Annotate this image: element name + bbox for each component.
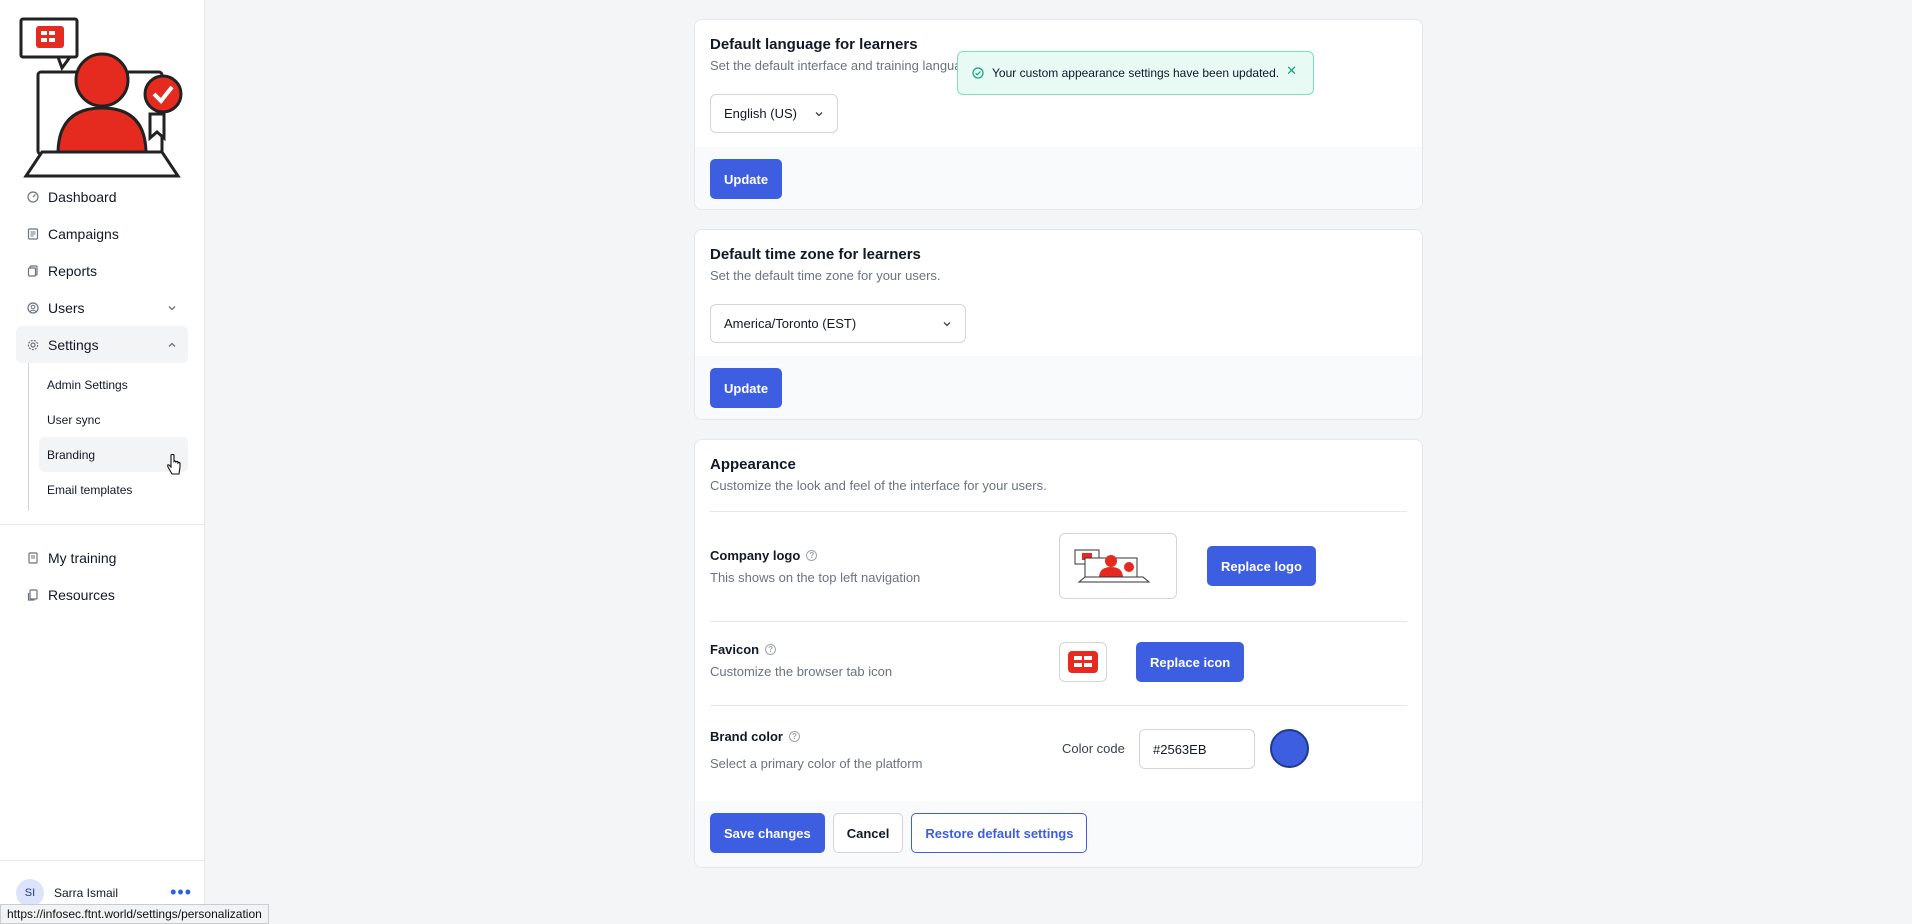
timezone-select[interactable]: America/Toronto (EST) xyxy=(710,304,966,343)
more-options-icon[interactable]: ••• xyxy=(170,882,192,903)
appearance-desc: Customize the look and feel of the inter… xyxy=(710,478,1047,493)
timezone-select-value: America/Toronto (EST) xyxy=(724,316,857,331)
replace-icon-button[interactable]: Replace icon xyxy=(1136,642,1245,682)
sidebar-item-label: My training xyxy=(48,549,117,566)
secondary-nav: My training Resources xyxy=(16,539,188,613)
toast-message: Your custom appearance settings have bee… xyxy=(992,66,1280,80)
company-logo-row: Company logo? This shows on the top left… xyxy=(710,511,1407,621)
language-update-button[interactable]: Update xyxy=(710,159,783,199)
brand-color-row: Brand color? Select a primary color of t… xyxy=(710,705,1407,797)
timezone-card: Default time zone for learners Set the d… xyxy=(694,229,1423,420)
users-icon xyxy=(26,301,40,315)
favicon-preview xyxy=(1059,642,1107,682)
company-logo[interactable] xyxy=(14,14,190,182)
appearance-card: Appearance Customize the look and feel o… xyxy=(694,439,1423,868)
user-profile[interactable]: SI Sarra Ismail ••• xyxy=(16,879,192,907)
reports-icon xyxy=(26,264,40,278)
favicon-row: Favicon? Customize the browser tab icon … xyxy=(710,621,1407,705)
training-icon xyxy=(26,551,40,565)
chevron-down-icon xyxy=(813,108,825,120)
sidebar-item-label: Campaigns xyxy=(48,225,119,242)
cancel-button[interactable]: Cancel xyxy=(832,813,904,853)
color-swatch[interactable] xyxy=(1270,729,1309,768)
color-code-input[interactable]: #2563EB xyxy=(1139,729,1255,769)
brand-color-label: Brand color xyxy=(710,729,783,744)
settings-subnav: Admin Settings User sync Branding Email … xyxy=(28,363,188,511)
sidebar-item-label: Reports xyxy=(48,262,98,279)
sidebar-item-reports[interactable]: Reports xyxy=(16,252,188,289)
user-name: Sarra Ismail xyxy=(54,886,119,900)
sidebar-footer-divider xyxy=(0,860,204,861)
color-code-label: Color code xyxy=(1062,741,1125,756)
sidebar-item-label: Resources xyxy=(48,586,115,603)
avatar: SI xyxy=(16,879,44,907)
sidebar-item-dashboard[interactable]: Dashboard xyxy=(16,178,188,215)
favicon-label: Favicon xyxy=(710,642,760,657)
sidebar-item-label: Settings xyxy=(48,336,99,353)
timezone-card-desc: Set the default time zone for your users… xyxy=(710,268,941,283)
sidebar-subitem-admin-settings[interactable]: Admin Settings xyxy=(39,367,188,402)
sidebar-item-label: Users xyxy=(48,299,85,316)
campaigns-icon xyxy=(26,227,40,241)
success-toast: Your custom appearance settings have bee… xyxy=(957,51,1314,95)
sidebar-subitem-user-sync[interactable]: User sync xyxy=(39,402,188,437)
status-bar-url: https://infosec.ftnt.world/settings/pers… xyxy=(0,904,269,924)
sidebar-subitem-email-templates[interactable]: Email templates xyxy=(39,472,188,507)
brand-color-desc: Select a primary color of the platform xyxy=(710,756,923,771)
favicon-desc: Customize the browser tab icon xyxy=(710,664,893,679)
chevron-down-icon xyxy=(166,301,178,313)
chevron-up-icon xyxy=(166,338,178,350)
language-select-value: English (US) xyxy=(724,106,797,121)
sidebar-divider xyxy=(0,524,204,525)
chevron-down-icon xyxy=(941,318,953,330)
dashboard-icon xyxy=(26,190,40,204)
sidebar-subitem-branding[interactable]: Branding xyxy=(39,437,188,472)
replace-logo-button[interactable]: Replace logo xyxy=(1207,546,1316,586)
language-select[interactable]: English (US) xyxy=(710,94,838,133)
timezone-card-title: Default time zone for learners xyxy=(710,246,921,263)
save-changes-button[interactable]: Save changes xyxy=(710,813,825,853)
sidebar-item-label: Dashboard xyxy=(48,188,117,205)
resources-icon xyxy=(26,588,40,602)
sidebar-item-users[interactable]: Users xyxy=(16,289,188,326)
appearance-actions: Save changes Cancel Restore default sett… xyxy=(695,801,1422,867)
help-icon[interactable]: ? xyxy=(788,731,800,742)
main-nav: Dashboard Campaigns Reports Users Settin… xyxy=(16,178,188,511)
sidebar-item-my-training[interactable]: My training xyxy=(16,539,188,576)
help-icon[interactable]: ? xyxy=(765,644,777,655)
mouse-cursor-icon xyxy=(167,453,181,481)
sidebar-item-resources[interactable]: Resources xyxy=(16,576,188,613)
appearance-title: Appearance xyxy=(710,456,796,473)
close-icon[interactable]: ✕ xyxy=(1286,63,1297,79)
help-icon[interactable]: ? xyxy=(806,550,818,561)
language-card: Default language for learners Set the de… xyxy=(694,19,1423,210)
gear-icon xyxy=(26,338,40,352)
company-logo-preview xyxy=(1059,533,1177,599)
sidebar-item-settings[interactable]: Settings xyxy=(16,326,188,363)
restore-defaults-button[interactable]: Restore default settings xyxy=(911,813,1088,853)
check-circle-icon xyxy=(972,67,984,79)
sidebar-item-campaigns[interactable]: Campaigns xyxy=(16,215,188,252)
company-logo-desc: This shows on the top left navigation xyxy=(710,570,921,585)
company-logo-label: Company logo xyxy=(710,548,801,563)
timezone-update-button[interactable]: Update xyxy=(710,368,783,408)
